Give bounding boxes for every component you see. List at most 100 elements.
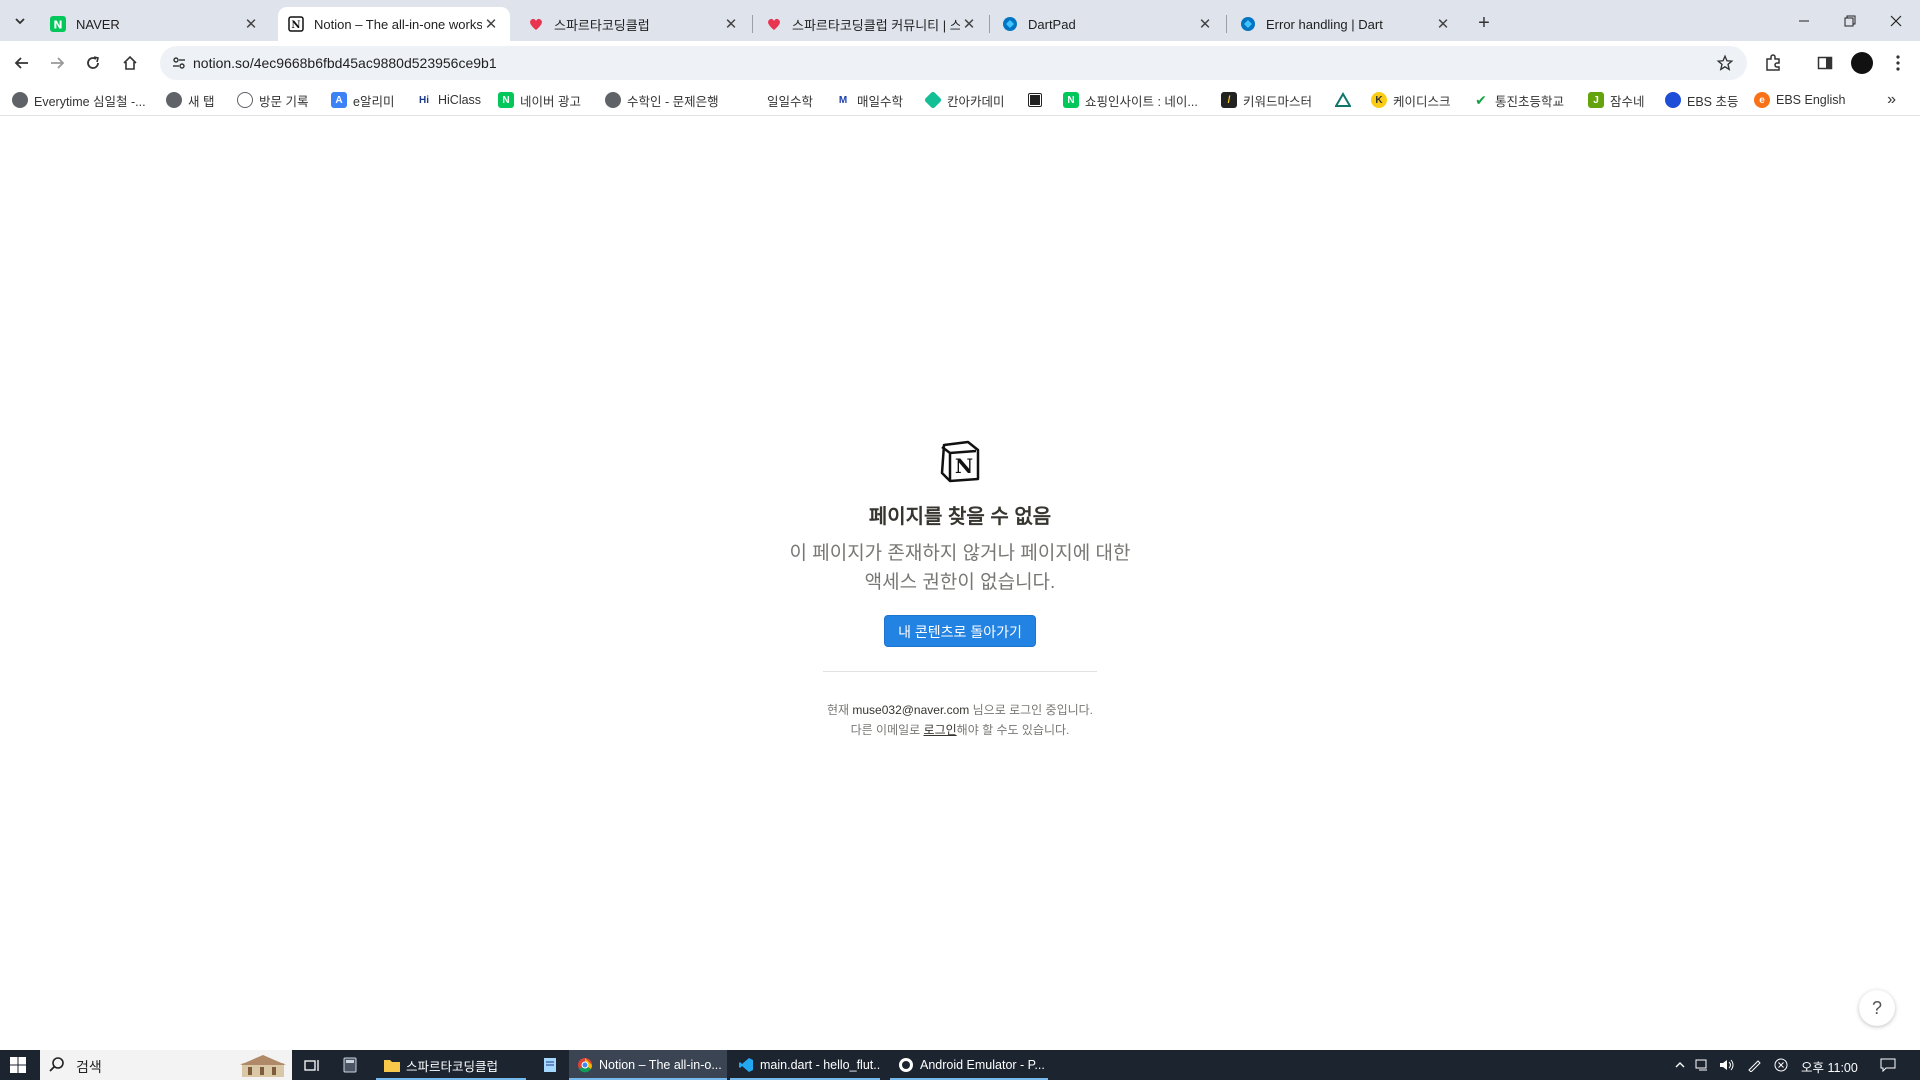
more-vertical-icon [1896,55,1900,71]
tab-title: DartPad [1028,16,1076,32]
bookmark-shopping-insight[interactable]: N 쇼핑인사이트 : 네이... [1063,89,1198,111]
taskbar-app-chrome[interactable]: Notion – The all-in-o... [569,1050,727,1080]
close-icon[interactable]: ✕ [1434,15,1452,33]
ebs-icon [1665,92,1681,108]
windows-icon [10,1057,26,1073]
reload-button[interactable] [79,49,107,77]
bookmark-history[interactable]: 방문 기록 [237,89,308,111]
extensions-button[interactable] [1760,50,1786,76]
bookmark-star-icon[interactable] [1715,53,1735,73]
notepad-button[interactable] [537,1053,563,1077]
plus-icon: + [1478,11,1490,34]
notion-icon: N [288,16,304,32]
bookmark-keyword-master[interactable]: / 키워드마스터 [1221,89,1312,111]
bookmark-triangle[interactable] [1335,89,1357,111]
menu-button[interactable] [1885,50,1911,76]
login-link[interactable]: 로그인 [924,723,957,737]
tab-sparta-community[interactable]: 스파르타코딩클럽 커뮤니티 | 스 ✕ [756,7,988,41]
close-icon[interactable]: ✕ [722,15,740,33]
bookmark-jamsune[interactable]: J 잠수네 [1588,89,1645,111]
minimize-button[interactable] [1781,0,1827,41]
bookmark-maeil-math[interactable]: M 매일수학 [835,89,903,111]
more-bookmarks-icon[interactable]: » [1887,91,1896,109]
page-content: N 페이지를 찾을 수 없음 이 페이지가 존재하지 않거나 페이지에 대한 액… [0,117,1920,1050]
side-panel-button[interactable] [1812,50,1838,76]
bookmark-kdisk[interactable]: K 케이디스크 [1371,89,1451,111]
url-text[interactable]: notion.so/4ec9668b6fbd45ac9880d523956ce9… [193,55,497,71]
tab-notion[interactable]: N Notion – The all-in-one works ✕ [278,7,510,41]
tab-title: 스파르타코딩클럽 [554,17,650,33]
chevron-down-icon [15,18,25,25]
taskbar-app-android-emulator[interactable]: Android Emulator - P... [890,1050,1048,1080]
history-icon [237,92,253,108]
profile-button[interactable] [1849,50,1875,76]
chrome-icon [577,1057,593,1073]
bookmark-qr[interactable] [1027,89,1049,111]
close-window-button[interactable] [1873,0,1919,41]
khan-academy-icon [923,90,943,110]
bookmark-ebs-english[interactable]: e EBS English [1754,89,1845,111]
bookmark-tongjin-school[interactable]: ✔ 통진초등학교 [1473,89,1564,111]
ebs-english-icon: e [1754,92,1770,108]
taskbar-app-explorer[interactable]: 스파르타코딩클럽 [376,1050,526,1080]
login-info: 현재 muse032@naver.com 님으로 로그인 중입니다. 다른 이메… [760,700,1160,740]
taskbar-app-vscode[interactable]: main.dart - hello_flut... [730,1050,880,1080]
close-icon [1890,15,1902,26]
home-button[interactable] [116,49,144,77]
bookmark-hiclass[interactable]: Hi HiClass [416,89,481,111]
divider [823,671,1097,672]
taskbar-search[interactable]: 검색 [40,1050,292,1080]
bookmark-ealimi[interactable]: Ae알리미 [331,89,394,111]
bookmark-ilil-math[interactable]: 일일수학 [745,89,813,111]
clock[interactable]: 오후 11:00 [1801,1057,1858,1076]
network-icon[interactable] [1695,1057,1711,1073]
reload-icon [87,56,99,69]
bookmark-suhakin[interactable]: 수학인 - 문제은행 [605,89,719,111]
pen-icon[interactable] [1747,1057,1763,1073]
address-bar[interactable]: notion.so/4ec9668b6fbd45ac9880d523956ce9… [160,46,1747,80]
minimize-icon [1799,20,1809,21]
globe-icon [166,92,182,108]
tab-dartpad[interactable]: DartPad ✕ [992,7,1224,41]
kdisk-icon: K [1371,92,1387,108]
back-button[interactable] [8,49,36,77]
tab-search-button[interactable] [7,8,33,34]
start-button[interactable] [0,1050,36,1080]
tab-sparta[interactable]: 스파르타코딩클럽 ✕ [518,7,750,41]
task-view-icon [304,1060,319,1071]
site-info-icon[interactable] [170,54,188,72]
status-close-icon[interactable] [1773,1057,1789,1073]
bookmark-ebs-elementary[interactable]: EBS 초등 [1665,89,1739,111]
login-email: muse032@naver.com [852,703,970,717]
bookmark-naver-ads[interactable]: N 네이버 광고 [498,89,581,111]
forward-button[interactable] [43,49,71,77]
close-icon[interactable]: ✕ [960,15,978,33]
back-arrow-icon [14,57,28,69]
tab-naver[interactable]: N NAVER ✕ [40,7,270,41]
check-icon: ✔ [1473,92,1489,108]
chevron-up-icon[interactable] [1672,1057,1688,1073]
bookmark-everytime[interactable]: Everytime 심일철 -... [12,89,146,111]
keyword-master-icon: / [1221,92,1237,108]
volume-icon[interactable] [1719,1057,1735,1073]
bookmark-khan-academy[interactable]: 칸아카데미 [923,89,1005,111]
notification-icon[interactable] [1880,1057,1896,1073]
tab-separator [752,15,753,33]
new-tab-button[interactable]: + [1471,10,1497,36]
tab-dart-error-handling[interactable]: Error handling | Dart ✕ [1230,7,1462,41]
restore-icon [1844,15,1856,26]
tab-title: 스파르타코딩클럽 커뮤니티 | 스 [792,17,960,33]
dart-icon [1002,16,1018,32]
close-icon[interactable]: ✕ [1196,15,1214,33]
back-to-content-button[interactable]: 내 콘텐츠로 돌아가기 [884,615,1036,647]
close-icon[interactable]: ✕ [242,15,260,33]
error-description: 이 페이지가 존재하지 않거나 페이지에 대한 액세스 권한이 없습니다. [789,543,1131,593]
forward-arrow-icon [51,57,65,69]
close-icon[interactable]: ✕ [482,15,500,33]
tab-title: NAVER [76,16,120,32]
help-button[interactable]: ? [1859,990,1895,1026]
restore-button[interactable] [1827,0,1873,41]
bookmark-new-tab[interactable]: 새 탭 [166,89,214,111]
task-view-button[interactable] [299,1053,325,1077]
calculator-button[interactable] [337,1053,363,1077]
